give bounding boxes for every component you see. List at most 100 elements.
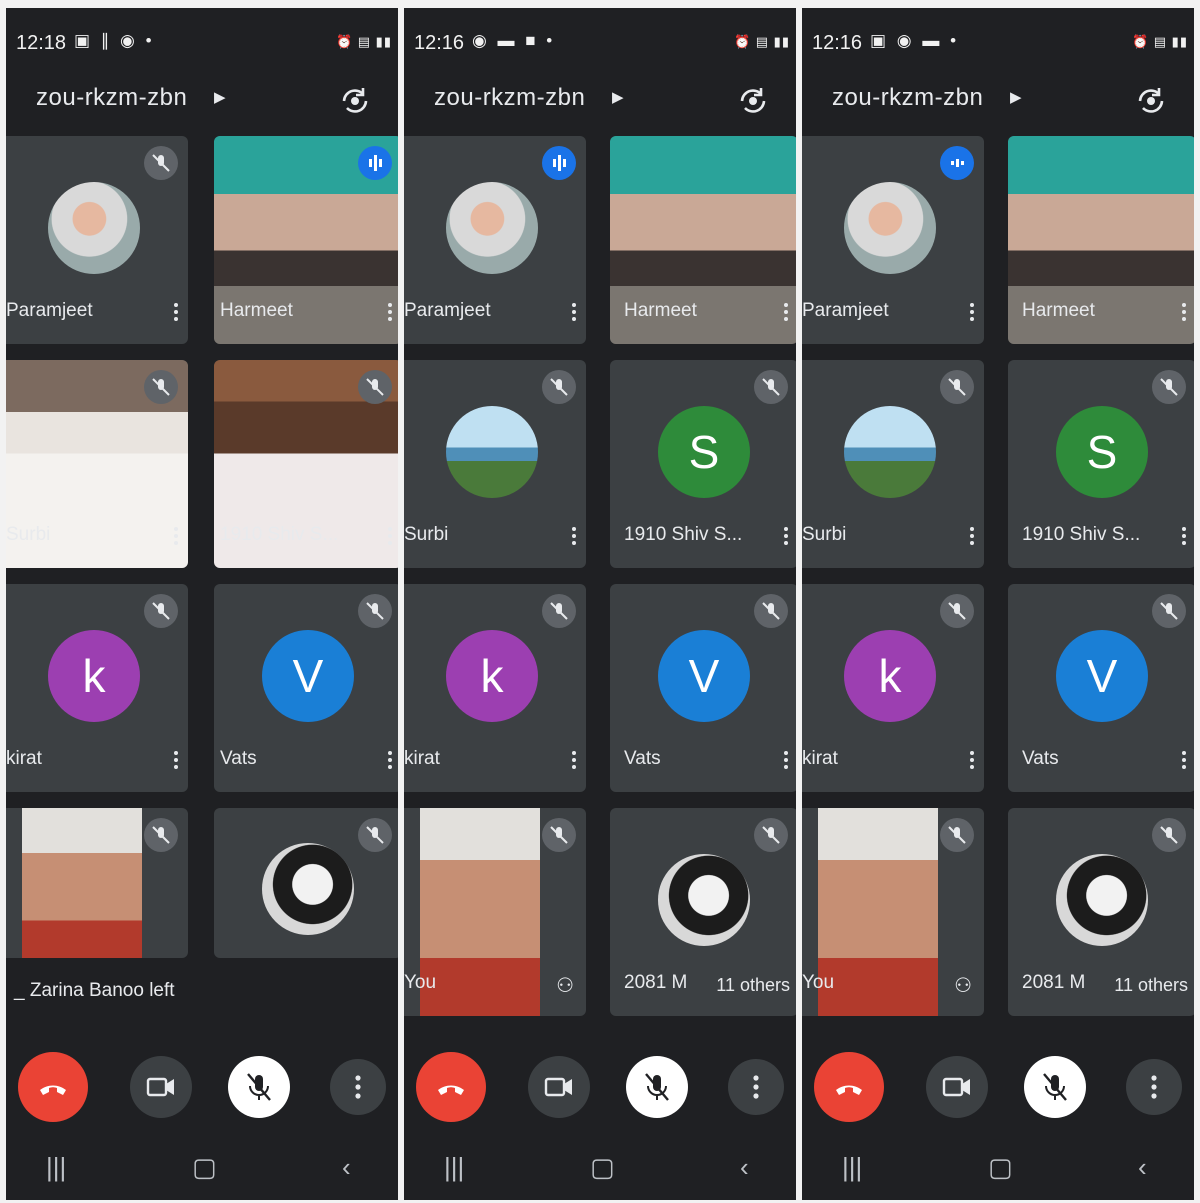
more-options-icon[interactable] — [968, 524, 976, 550]
participant-tile-shiv[interactable]: S 1910 Shiv S... — [610, 360, 796, 568]
status-time: 12:18 — [16, 32, 67, 54]
participant-tile-vats[interactable]: V Vats — [214, 584, 398, 792]
more-options-icon[interactable] — [1180, 748, 1188, 774]
home-icon[interactable]: ▢ — [590, 1152, 615, 1183]
avatar-letter: V — [1056, 630, 1148, 722]
participant-tile-kirat[interactable]: k kirat — [6, 584, 188, 792]
participant-tile-kirat[interactable]: k kirat — [802, 584, 984, 792]
mic-off-icon — [1152, 594, 1186, 628]
participant-tile-paramjeet[interactable]: Paramjeet — [404, 136, 586, 344]
more-options-icon[interactable] — [968, 748, 976, 774]
recent-apps-icon[interactable]: ||| — [444, 1152, 464, 1183]
more-options-icon[interactable] — [1180, 300, 1188, 326]
call-controls — [404, 1048, 796, 1134]
avatar-photo — [1056, 854, 1148, 946]
more-options-button[interactable] — [1126, 1059, 1182, 1115]
back-icon[interactable]: ‹ — [342, 1152, 351, 1183]
camera-toggle-button[interactable] — [926, 1056, 988, 1118]
effects-icon[interactable]: ⚇ — [954, 973, 972, 998]
more-options-icon[interactable] — [968, 300, 976, 326]
more-options-icon[interactable] — [570, 748, 578, 774]
end-call-button[interactable] — [18, 1052, 88, 1122]
switch-camera-icon[interactable] — [1134, 84, 1168, 118]
participant-tile-kirat[interactable]: k kirat — [404, 584, 586, 792]
more-options-icon[interactable] — [386, 524, 394, 550]
participant-tile-2081[interactable]: 2081 M 11 others — [610, 808, 796, 1016]
mic-toggle-button[interactable] — [228, 1056, 290, 1118]
meeting-code[interactable]: zou-rkzm-zbn — [36, 84, 187, 112]
status-time: 12:16 — [414, 32, 465, 54]
self-label: You — [404, 972, 437, 993]
self-view-tile[interactable]: You ⚇ — [802, 808, 984, 1016]
more-options-icon[interactable] — [570, 524, 578, 550]
switch-camera-icon[interactable] — [338, 84, 372, 118]
more-options-icon[interactable] — [172, 524, 180, 550]
more-options-button[interactable] — [330, 1059, 386, 1115]
home-icon[interactable]: ▢ — [192, 1152, 217, 1183]
participant-name: Paramjeet — [802, 300, 889, 321]
end-call-button[interactable] — [416, 1052, 486, 1122]
more-options-icon[interactable] — [782, 524, 790, 550]
recent-apps-icon[interactable]: ||| — [46, 1152, 66, 1183]
participant-tile-shiv[interactable]: 1910 Shiv S... — [214, 360, 398, 568]
participant-tile-vats[interactable]: V Vats — [610, 584, 796, 792]
back-icon[interactable]: ‹ — [1138, 1152, 1147, 1183]
more-options-icon[interactable] — [172, 748, 180, 774]
chevron-right-icon[interactable]: ▶ — [214, 88, 226, 106]
avatar-letter: k — [446, 630, 538, 722]
status-bar: 12:18 ▣ ∥ ◉ • ⏰ ▤ ▮▮ — [6, 8, 398, 70]
more-options-icon[interactable] — [1180, 524, 1188, 550]
participant-tile-harmeet[interactable]: Harmeet — [214, 136, 398, 344]
participant-tile-paramjeet[interactable]: Paramjeet — [802, 136, 984, 344]
participant-name: Surbi — [802, 524, 847, 545]
avatar-photo — [658, 854, 750, 946]
participant-name: Vats — [1022, 748, 1059, 769]
participant-tile-paramjeet[interactable]: Paramjeet — [6, 136, 188, 344]
participant-tile-surbi[interactable]: Surbi — [802, 360, 984, 568]
meeting-code[interactable]: zou-rkzm-zbn — [832, 84, 983, 112]
more-options-icon[interactable] — [172, 300, 180, 326]
participant-tile-surbi[interactable]: Surbi — [6, 360, 188, 568]
participant-tile-surbi[interactable]: Surbi — [404, 360, 586, 568]
end-call-button[interactable] — [814, 1052, 884, 1122]
participant-tile-harmeet[interactable]: Harmeet — [1008, 136, 1194, 344]
recent-apps-icon[interactable]: ||| — [842, 1152, 862, 1183]
participant-name: 1910 Shiv S... — [1022, 524, 1141, 545]
participant-tile-2081[interactable]: 2081 M 11 others — [1008, 808, 1194, 1016]
effects-icon[interactable]: ⚇ — [556, 973, 574, 998]
avatar-photo — [844, 182, 936, 274]
more-options-button[interactable] — [728, 1059, 784, 1115]
mic-toggle-button[interactable] — [1024, 1056, 1086, 1118]
avatar-photo — [446, 182, 538, 274]
camera-toggle-button[interactable] — [528, 1056, 590, 1118]
more-options-icon[interactable] — [782, 300, 790, 326]
participant-tile-vats[interactable]: V Vats — [1008, 584, 1194, 792]
phone-screen-2: 12:16 ◉ ▬ ■ • ⏰ ▤ ▮▮ zou-rkzm-zbn ▶ Para… — [404, 8, 796, 1200]
participant-name: Surbi — [404, 524, 449, 545]
chevron-right-icon[interactable]: ▶ — [1010, 88, 1022, 106]
participant-tile-harmeet[interactable]: Harmeet — [610, 136, 796, 344]
back-icon[interactable]: ‹ — [740, 1152, 749, 1183]
participant-name: kirat — [404, 748, 440, 769]
self-view-tile[interactable]: You ⚇ — [404, 808, 586, 1016]
participant-left-notice: _ Zarina Banoo left — [14, 980, 175, 1001]
others-count-chip[interactable]: 11 others — [708, 969, 796, 1002]
meeting-code[interactable]: zou-rkzm-zbn — [434, 84, 585, 112]
participant-name: Paramjeet — [404, 300, 491, 321]
more-options-icon[interactable] — [386, 748, 394, 774]
more-options-icon[interactable] — [570, 300, 578, 326]
notification-icons: ▣ ∥ ◉ • — [74, 31, 155, 50]
switch-camera-icon[interactable] — [736, 84, 770, 118]
more-options-icon[interactable] — [386, 300, 394, 326]
chevron-right-icon[interactable]: ▶ — [612, 88, 624, 106]
self-view-tile[interactable] — [6, 808, 188, 958]
more-options-icon[interactable] — [782, 748, 790, 774]
mic-off-icon — [940, 594, 974, 628]
participant-name: Paramjeet — [6, 300, 93, 321]
participant-tile-shiv[interactable]: S 1910 Shiv S... — [1008, 360, 1194, 568]
mic-toggle-button[interactable] — [626, 1056, 688, 1118]
home-icon[interactable]: ▢ — [988, 1152, 1013, 1183]
participant-tile-2081[interactable] — [214, 808, 398, 958]
camera-toggle-button[interactable] — [130, 1056, 192, 1118]
others-count-chip[interactable]: 11 others — [1106, 969, 1194, 1002]
